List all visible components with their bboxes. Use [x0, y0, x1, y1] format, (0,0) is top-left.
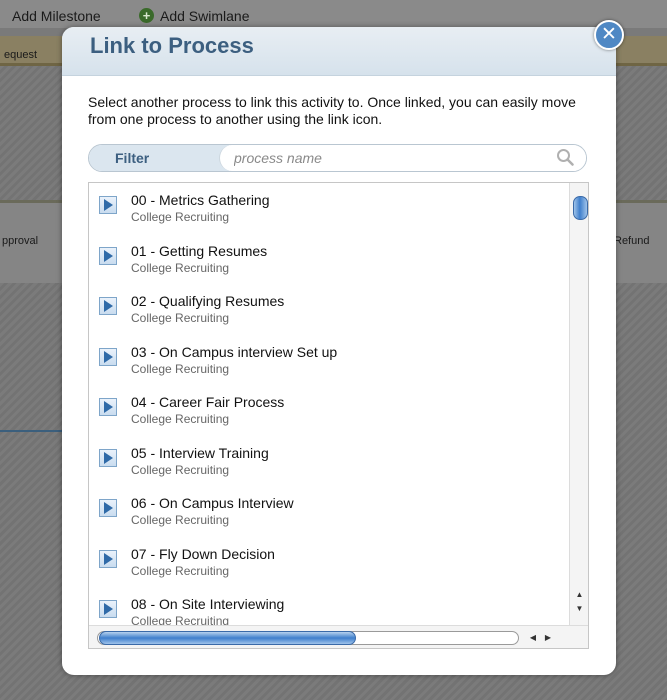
- process-list-item[interactable]: 06 - On Campus Interview College Recruiti…: [99, 494, 559, 534]
- process-title: 05 - Interview Training: [131, 444, 269, 461]
- close-icon: ✕: [601, 24, 617, 45]
- arrow-right-icon[interactable]: [99, 499, 117, 517]
- background-toolbar: Add Milestone + Add Swimlane: [0, 0, 667, 28]
- process-title: 02 - Qualifying Resumes: [131, 293, 285, 309]
- process-subtitle: College Recruiting: [131, 412, 230, 426]
- process-subtitle: College Recruiting: [131, 513, 230, 527]
- process-subtitle: College Recruiting: [131, 260, 230, 275]
- process-list-item[interactable]: 02 - Qualifying Resumes College Recruitin…: [99, 292, 559, 332]
- process-title: 06 - On Campus Interview: [131, 495, 294, 511]
- process-subtitle: College Recruiting: [131, 462, 230, 477]
- process-title: 04 - Career Fair Process: [131, 394, 285, 410]
- arrow-right-icon[interactable]: [99, 600, 117, 618]
- background-connector-line: [0, 430, 62, 432]
- process-list-viewport: 00 - Metrics Gathering College Recruiting…: [89, 183, 569, 625]
- process-list-item[interactable]: 04 - Career Fair Process College Recruiti…: [99, 393, 559, 433]
- process-subtitle: College Recruiting: [131, 614, 230, 625]
- process-title: 08 - On Site Interviewing: [131, 596, 285, 612]
- arrow-right-icon[interactable]: [99, 347, 117, 366]
- process-title: 07 - Fly Down Decision: [131, 545, 275, 562]
- process-title: 03 - On Campus interview Set up: [131, 343, 338, 360]
- horizontal-scroll-thumb[interactable]: [99, 631, 356, 645]
- filter-bar: Filter: [88, 144, 587, 172]
- process-list-item[interactable]: 07 - Fly Down Decision College Recruiting: [99, 545, 559, 585]
- process-list-item[interactable]: 00 - Metrics Gathering College Recruiting: [99, 191, 559, 231]
- arrow-right-icon[interactable]: [99, 246, 117, 265]
- scroll-right-arrow[interactable]: ▶: [542, 631, 554, 644]
- vertical-scroll-thumb[interactable]: [573, 196, 588, 220]
- arrow-right-icon[interactable]: [99, 297, 117, 315]
- process-list-item[interactable]: 08 - On Site Interviewing College Recruit…: [99, 595, 559, 625]
- plus-circle-icon: +: [139, 8, 154, 23]
- process-list-item[interactable]: 03 - On Campus interview Set up College R…: [99, 343, 559, 383]
- process-subtitle: College Recruiting: [131, 210, 230, 224]
- scroll-down-arrow[interactable]: ▼: [573, 603, 586, 614]
- filter-label: Filter: [89, 145, 229, 171]
- background-approval-label: pproval: [2, 235, 39, 247]
- arrow-right-icon[interactable]: [99, 398, 117, 416]
- process-name-search-input[interactable]: [219, 145, 586, 171]
- dialog-header: Link to Process: [62, 27, 616, 76]
- search-icon[interactable]: [556, 148, 574, 166]
- process-list: 00 - Metrics Gathering College Recruiting…: [88, 182, 589, 649]
- scroll-left-arrow[interactable]: ◀: [527, 631, 539, 644]
- background-request-label: equest: [4, 49, 38, 61]
- process-title: 00 - Metrics Gathering: [131, 192, 270, 208]
- close-button[interactable]: ✕: [594, 20, 624, 50]
- vertical-scrollbar[interactable]: ▲ ▼: [569, 183, 588, 625]
- arrow-right-icon[interactable]: [99, 448, 117, 467]
- add-milestone-button[interactable]: Add Milestone: [12, 8, 101, 24]
- dialog-description: Select another process to link this acti…: [88, 94, 576, 127]
- process-subtitle: College Recruiting: [131, 311, 230, 325]
- link-to-process-dialog: Link to Process Select another process t…: [62, 27, 616, 675]
- dialog-title: Link to Process: [90, 33, 254, 58]
- process-subtitle: College Recruiting: [131, 361, 230, 376]
- arrow-right-icon[interactable]: [99, 196, 117, 214]
- scroll-up-arrow[interactable]: ▲: [573, 589, 586, 600]
- background-refund-label: Refund: [614, 235, 650, 247]
- process-list-item[interactable]: 05 - Interview Training College Recruitin…: [99, 444, 559, 484]
- horizontal-scrollbar[interactable]: ◀ ▶: [89, 625, 588, 648]
- process-title: 01 - Getting Resumes: [131, 242, 268, 259]
- add-swimlane-button[interactable]: Add Swimlane: [160, 8, 250, 24]
- arrow-right-icon[interactable]: [99, 549, 117, 568]
- process-list-item[interactable]: 01 - Getting Resumes College Recruiting: [99, 242, 559, 282]
- process-subtitle: College Recruiting: [131, 563, 230, 578]
